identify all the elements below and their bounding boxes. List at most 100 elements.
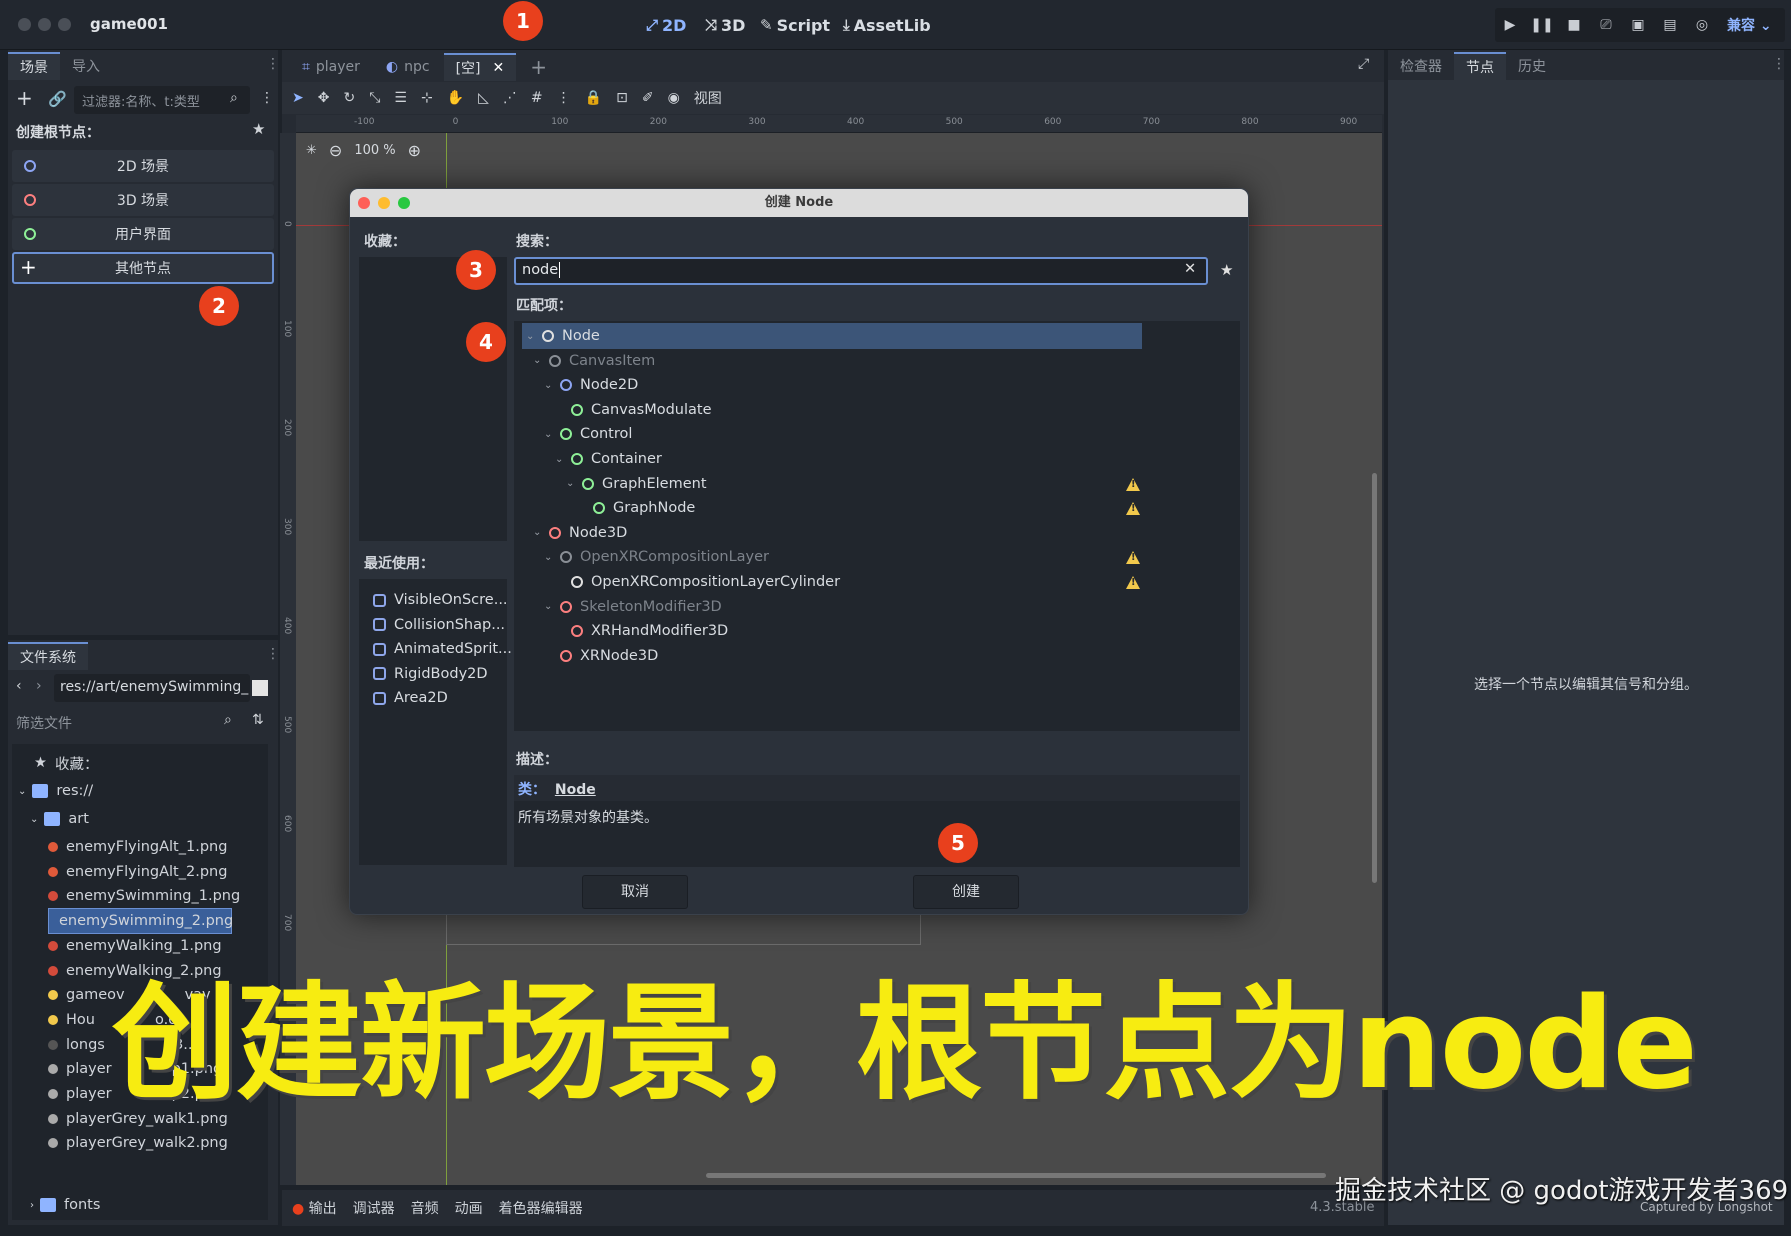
view-menu[interactable]: 视图 <box>694 88 722 108</box>
recent-item[interactable]: AnimatedSprit... <box>373 636 512 662</box>
renderer-select[interactable]: 兼容 ⌄ <box>1727 15 1772 35</box>
chevron-down-icon[interactable]: ⌄ <box>566 478 578 489</box>
tree-item[interactable]: XRHandModifier3D <box>555 618 728 644</box>
chevron-down-icon[interactable]: ⌄ <box>533 527 545 538</box>
fs-fonts-folder[interactable]: › fonts <box>30 1192 100 1218</box>
add-node-icon[interactable]: + <box>16 86 33 110</box>
create-button[interactable]: 创建 <box>913 875 1019 909</box>
create-other-node-button[interactable]: + 其他节点 <box>12 252 274 284</box>
tab-audio[interactable]: 音频 <box>411 1198 439 1218</box>
fs-file-item[interactable]: enemySwimming_1.png <box>48 883 300 909</box>
node-search-input[interactable]: node ✕ <box>514 257 1208 285</box>
sort-icon[interactable]: ⇅ <box>252 712 264 728</box>
tab-debugger[interactable]: 调试器 <box>353 1198 395 1218</box>
create-3d-scene-button[interactable]: 3D 场景 <box>12 184 274 216</box>
tree-item[interactable]: ⌄ Control <box>544 421 632 447</box>
mode-3d-button[interactable]: ⤨ 3D <box>705 14 745 36</box>
fs-file-item[interactable]: enemyFlyingAlt_1.png <box>48 834 287 860</box>
forward-icon[interactable]: › <box>36 678 42 694</box>
favorites-list[interactable] <box>359 257 507 541</box>
snap-menu-icon[interactable]: ⋮ <box>557 90 571 106</box>
tab-import[interactable]: 导入 <box>60 52 112 80</box>
fs-menu-icon[interactable]: ⋮ <box>266 646 280 662</box>
center-view-icon[interactable]: ✳ <box>306 143 317 158</box>
pan-tool-icon[interactable]: ✋ <box>447 90 464 106</box>
tree-item[interactable]: GraphNode <box>577 495 695 521</box>
mode-script-button[interactable]: ✎ Script <box>760 14 830 36</box>
stop-icon[interactable]: ■ <box>1561 13 1587 37</box>
play-custom-scene-icon[interactable]: ▤ <box>1657 13 1683 37</box>
chevron-down-icon[interactable]: ⌄ <box>544 429 556 440</box>
list-select-icon[interactable]: ☰ <box>394 90 407 106</box>
grid-snap-icon[interactable]: # <box>531 90 543 106</box>
tree-item[interactable]: ⌄ Node2D <box>544 372 638 398</box>
scene-filter-input[interactable]: 过滤器:名称、t:类型 <box>74 86 250 114</box>
move-tool-icon[interactable]: ✥ <box>318 90 330 106</box>
new-tab-icon[interactable]: + <box>530 55 547 79</box>
chevron-down-icon[interactable]: ⌄ <box>555 454 567 465</box>
tab-filesystem[interactable]: 文件系统 <box>8 642 88 670</box>
remote-debug-icon[interactable]: ⎚ <box>1593 13 1619 37</box>
recent-item[interactable]: CollisionShap... <box>373 612 505 638</box>
dialog-minimize-dot[interactable] <box>378 197 390 209</box>
mode-2d-button[interactable]: ⤢ 2D <box>646 14 686 36</box>
mode-assetlib-button[interactable]: ⤓ AssetLib <box>843 14 931 36</box>
cancel-button[interactable]: 取消 <box>582 875 688 909</box>
window-close-dot[interactable] <box>18 18 31 31</box>
tree-item[interactable]: ⌄ Node <box>522 323 1142 349</box>
tree-item[interactable]: ⌄ CanvasItem <box>533 348 655 374</box>
recent-item[interactable]: RigidBody2D <box>373 661 488 687</box>
tab-animation[interactable]: 动画 <box>455 1198 483 1218</box>
fs-path-input[interactable]: res://art/enemySwimming_ <box>54 674 250 702</box>
favorite-star-icon[interactable]: ★ <box>252 120 265 138</box>
dialog-zoom-dot[interactable] <box>398 197 410 209</box>
scene-tab-player[interactable]: ⌗ player <box>290 53 372 81</box>
chevron-down-icon[interactable]: ⌄ <box>544 552 556 563</box>
window-minimize-dot[interactable] <box>38 18 51 31</box>
chevron-down-icon[interactable]: ⌄ <box>526 331 538 342</box>
play-scene-icon[interactable]: ▣ <box>1625 13 1651 37</box>
fs-favorites[interactable]: ★ 收藏： <box>34 750 99 776</box>
fs-file-item[interactable]: enemyWalking_1.png <box>48 933 282 959</box>
chevron-down-icon[interactable]: ⌄ <box>544 380 556 391</box>
link-icon[interactable]: 🔗 <box>48 90 67 108</box>
tab-shader-editor[interactable]: 着色器编辑器 <box>499 1198 583 1218</box>
close-tab-icon[interactable]: ✕ <box>493 60 505 76</box>
pivot-icon[interactable]: ⊹ <box>421 90 433 106</box>
fs-root[interactable]: ⌄ res:// <box>18 778 93 804</box>
tab-node[interactable]: 节点 <box>1454 52 1506 80</box>
dialog-close-dot[interactable] <box>358 197 370 209</box>
zoom-out-icon[interactable]: ⊖ <box>329 141 342 160</box>
scene-menu-icon[interactable]: ⋮ <box>260 90 274 106</box>
bone-icon[interactable]: ✐ <box>642 90 654 106</box>
recent-item[interactable]: VisibleOnScre... <box>373 587 508 613</box>
tree-item[interactable]: OpenXRCompositionLayerCylinder <box>555 569 840 595</box>
tree-item[interactable]: ⌄ GraphElement <box>566 471 707 497</box>
tab-output[interactable]: ● 输出 <box>292 1198 337 1218</box>
fs-art-folder[interactable]: ⌄ art <box>30 806 89 832</box>
ruler-tool-icon[interactable]: ◺ <box>478 90 489 106</box>
tree-item[interactable]: ⌄ Node3D <box>533 520 627 546</box>
inspector-menu-icon[interactable]: ⋮ <box>1772 56 1786 72</box>
tree-item[interactable]: XRNode3D <box>544 643 658 669</box>
tree-item[interactable]: CanvasModulate <box>555 397 712 423</box>
tree-item[interactable]: ⌄ Container <box>555 446 662 472</box>
fs-file-item[interactable]: enemySwimming_2.png <box>48 908 233 935</box>
dock-menu-icon[interactable]: ⋮ <box>266 56 280 72</box>
camera-icon[interactable]: ◉ <box>668 90 680 106</box>
create-2d-scene-button[interactable]: 2D 场景 <box>12 150 274 182</box>
recent-item[interactable]: Area2D <box>373 685 448 711</box>
back-icon[interactable]: ‹ <box>16 678 22 694</box>
clear-search-icon[interactable]: ✕ <box>1184 261 1196 277</box>
zoom-in-icon[interactable]: ⊕ <box>408 141 421 160</box>
fs-filter-input[interactable]: 筛选文件 <box>12 708 248 736</box>
scale-tool-icon[interactable]: ⤡ <box>369 90 380 106</box>
class-link[interactable]: Node <box>555 782 596 798</box>
rotate-tool-icon[interactable]: ↻ <box>343 90 355 106</box>
chevron-down-icon[interactable]: ⌄ <box>533 355 545 366</box>
group-icon[interactable]: ⊡ <box>616 90 628 106</box>
smart-snap-icon[interactable]: ⋰ <box>503 90 517 106</box>
scene-tab-empty[interactable]: [空] ✕ <box>443 53 517 81</box>
v-scrollbar[interactable] <box>1372 473 1377 883</box>
h-scrollbar[interactable] <box>706 1173 1326 1178</box>
